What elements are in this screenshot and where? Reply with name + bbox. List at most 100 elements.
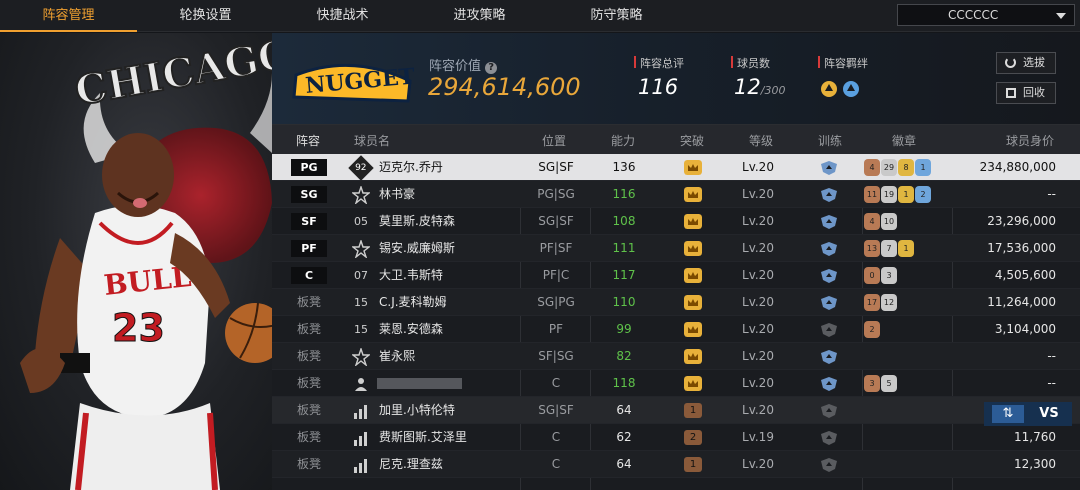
table-row[interactable]: 板凳 尼克.理查兹 C 64 1 Lv.20 12,300 bbox=[272, 451, 1080, 478]
player-value: 3,104,000 bbox=[994, 322, 1056, 336]
bench-label[interactable]: 板凳 bbox=[288, 424, 330, 451]
training-shield-icon[interactable] bbox=[820, 295, 838, 311]
bond-icons[interactable] bbox=[820, 79, 864, 99]
badge-hex[interactable]: 1 bbox=[898, 240, 914, 257]
col-breakthrough[interactable]: 突破 bbox=[680, 132, 704, 149]
player-ability: 64 bbox=[616, 457, 632, 471]
badge-hex[interactable]: 8 bbox=[898, 159, 914, 176]
sign-button[interactable]: 选拔 bbox=[996, 52, 1056, 74]
badge-hex[interactable]: 7 bbox=[881, 240, 897, 257]
tab-rotation[interactable]: 轮换设置 bbox=[137, 0, 274, 32]
badge-hex[interactable]: 19 bbox=[881, 186, 897, 203]
recycle-button[interactable]: 回收 bbox=[996, 82, 1056, 104]
table-row[interactable]: 板凳 崔永熙 SF|SG 82 Lv.20 -- bbox=[272, 343, 1080, 370]
training-shield-icon[interactable] bbox=[820, 403, 838, 419]
table-row[interactable]: PF 锡安.威廉姆斯 PF|SF 111 Lv.20 13 7 1 17,536,000 bbox=[272, 235, 1080, 262]
bench-label[interactable]: 板凳 bbox=[288, 316, 330, 343]
col-lineup[interactable]: 阵容 bbox=[296, 132, 320, 149]
training-shield-icon[interactable] bbox=[820, 268, 838, 284]
table-row[interactable]: 板凳 15 莱恩.安德森 PF 99 Lv.20 2 3,104,000 bbox=[272, 316, 1080, 343]
table-row[interactable]: 板凳 费斯图斯.艾泽里 C 62 2 Lv.19 11,760 bbox=[272, 424, 1080, 451]
bench-label[interactable]: 板凳 bbox=[288, 370, 330, 397]
table-row[interactable]: 板凳 15 C.J.麦科勒姆 SG|PG 110 Lv.20 17 12 11,264,000 bbox=[272, 289, 1080, 316]
compare-button[interactable]: VS bbox=[1032, 405, 1066, 423]
training-shield-icon[interactable] bbox=[820, 430, 838, 446]
tab-lineup[interactable]: 阵容管理 bbox=[0, 0, 137, 32]
table-row[interactable]: PG 92 迈克尔.乔丹 SG|SF 136 Lv.20 4 29 8 1 234,880,000 bbox=[272, 154, 1080, 181]
slot-badge[interactable]: PF bbox=[291, 240, 327, 257]
bench-label[interactable]: 板凳 bbox=[288, 397, 330, 424]
training-shield-icon[interactable] bbox=[820, 187, 838, 203]
table-row[interactable]: SG 林书豪 PG|SG 116 Lv.20 11 19 1 2 -- bbox=[272, 181, 1080, 208]
badge-hex[interactable]: 4 bbox=[864, 159, 880, 176]
col-level[interactable]: 等级 bbox=[749, 132, 773, 149]
player-name[interactable]: 林书豪 bbox=[379, 181, 415, 208]
badge-hex[interactable]: 1 bbox=[915, 159, 931, 176]
players-count: 12/300 bbox=[734, 75, 786, 99]
col-name[interactable]: 球员名 bbox=[354, 132, 390, 149]
training-shield-icon[interactable] bbox=[820, 214, 838, 230]
col-training[interactable]: 训练 bbox=[818, 132, 842, 149]
badge-hex[interactable]: 17 bbox=[864, 294, 880, 311]
badge-hex[interactable]: 0 bbox=[864, 267, 880, 284]
tab-quick-tactics[interactable]: 快捷战术 bbox=[274, 0, 411, 32]
star-badge-icon bbox=[352, 348, 370, 366]
bench-label[interactable]: 板凳 bbox=[288, 343, 330, 370]
training-shield-icon[interactable] bbox=[820, 241, 838, 257]
player-ability: 110 bbox=[612, 295, 636, 309]
slot-badge[interactable]: SG bbox=[291, 186, 327, 203]
player-value: 17,536,000 bbox=[987, 241, 1056, 255]
badge-hex[interactable]: 2 bbox=[915, 186, 931, 203]
badge-hex[interactable]: 3 bbox=[864, 375, 880, 392]
training-shield-icon[interactable] bbox=[820, 457, 838, 473]
badge-hex[interactable]: 3 bbox=[881, 267, 897, 284]
team-dropdown-value: CCCCCC bbox=[948, 8, 999, 22]
player-name[interactable]: 迈克尔.乔丹 bbox=[379, 154, 443, 181]
table-row[interactable]: 板凳 C 118 Lv.20 3 5 -- bbox=[272, 370, 1080, 397]
bench-label[interactable]: 板凳 bbox=[288, 451, 330, 478]
training-shield-icon[interactable] bbox=[820, 376, 838, 392]
col-ability[interactable]: 能力 bbox=[611, 132, 635, 149]
player-position: PF|C bbox=[542, 268, 570, 282]
training-shield-icon[interactable] bbox=[820, 322, 838, 338]
table-row[interactable]: 板凳 加里.小特伦特 SG|SF 64 1 Lv.20 bbox=[272, 397, 1080, 424]
player-ability: 116 bbox=[612, 187, 636, 201]
player-name[interactable]: 费斯图斯.艾泽里 bbox=[379, 424, 467, 451]
table-row[interactable]: SF 05 莫里斯.皮特森 SG|SF 108 Lv.20 4 10 23,296,000 bbox=[272, 208, 1080, 235]
badge-hex[interactable]: 1 bbox=[898, 186, 914, 203]
player-name[interactable]: 崔永熙 bbox=[379, 343, 415, 370]
player-name[interactable]: 尼克.理查兹 bbox=[379, 451, 443, 478]
team-dropdown[interactable]: CCCCCC bbox=[897, 4, 1075, 26]
col-badges[interactable]: 徽章 bbox=[892, 132, 916, 149]
slot-badge[interactable]: PG bbox=[291, 159, 327, 176]
row-actions: ⇅ VS bbox=[984, 402, 1072, 426]
lineup-value: 294,614,600 bbox=[428, 73, 581, 101]
badge-hex[interactable]: 5 bbox=[881, 375, 897, 392]
table-row[interactable]: C 07 大卫.韦斯特 PF|C 117 Lv.20 0 3 4,505,600 bbox=[272, 262, 1080, 289]
badge-hex[interactable]: 4 bbox=[864, 213, 880, 230]
slot-badge[interactable]: C bbox=[291, 267, 327, 284]
player-name[interactable]: 加里.小特伦特 bbox=[379, 397, 455, 424]
player-position: C bbox=[551, 457, 561, 471]
col-value[interactable]: 球员身价 bbox=[1006, 132, 1054, 149]
badge-hex[interactable]: 11 bbox=[864, 186, 880, 203]
player-name[interactable]: 锡安.威廉姆斯 bbox=[379, 235, 455, 262]
player-name[interactable]: 莱恩.安德森 bbox=[379, 316, 443, 343]
training-shield-icon[interactable] bbox=[820, 349, 838, 365]
player-name[interactable]: 大卫.韦斯特 bbox=[379, 262, 443, 289]
training-shield-icon[interactable] bbox=[820, 160, 838, 176]
player-name[interactable]: C.J.麦科勒姆 bbox=[379, 289, 447, 316]
badge-hex[interactable]: 29 bbox=[881, 159, 897, 176]
tab-offense[interactable]: 进攻策略 bbox=[411, 0, 548, 32]
badge-hex[interactable]: 2 bbox=[864, 321, 880, 338]
badge-hex[interactable]: 13 bbox=[864, 240, 880, 257]
badge-hex[interactable]: 12 bbox=[881, 294, 897, 311]
badge-hex[interactable]: 10 bbox=[881, 213, 897, 230]
bench-label[interactable]: 板凳 bbox=[288, 289, 330, 316]
player-name[interactable]: 莫里斯.皮特森 bbox=[379, 208, 455, 235]
slot-badge[interactable]: SF bbox=[291, 213, 327, 230]
swap-icon[interactable]: ⇅ bbox=[992, 405, 1024, 423]
tab-defense[interactable]: 防守策略 bbox=[548, 0, 685, 32]
col-position[interactable]: 位置 bbox=[542, 132, 566, 149]
player-level: Lv.20 bbox=[742, 322, 774, 336]
